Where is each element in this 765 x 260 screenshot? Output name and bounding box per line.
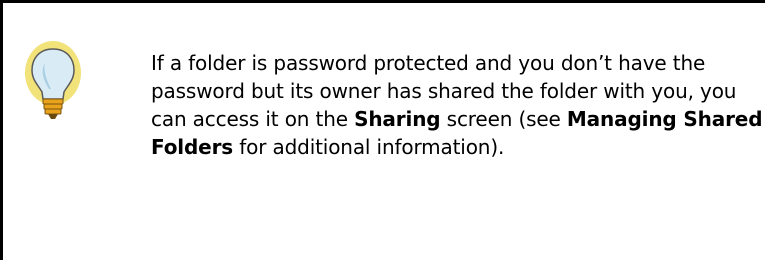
tip-text-part-2: screen (see bbox=[440, 107, 567, 131]
sharing-screen-reference: Sharing bbox=[354, 107, 441, 131]
tip-text-part-3: for additional information). bbox=[233, 135, 505, 159]
tip-callout: If a folder is password protected and yo… bbox=[0, 0, 765, 260]
lightbulb-icon bbox=[25, 41, 81, 119]
tip-text: If a folder is password protected and yo… bbox=[151, 49, 763, 161]
